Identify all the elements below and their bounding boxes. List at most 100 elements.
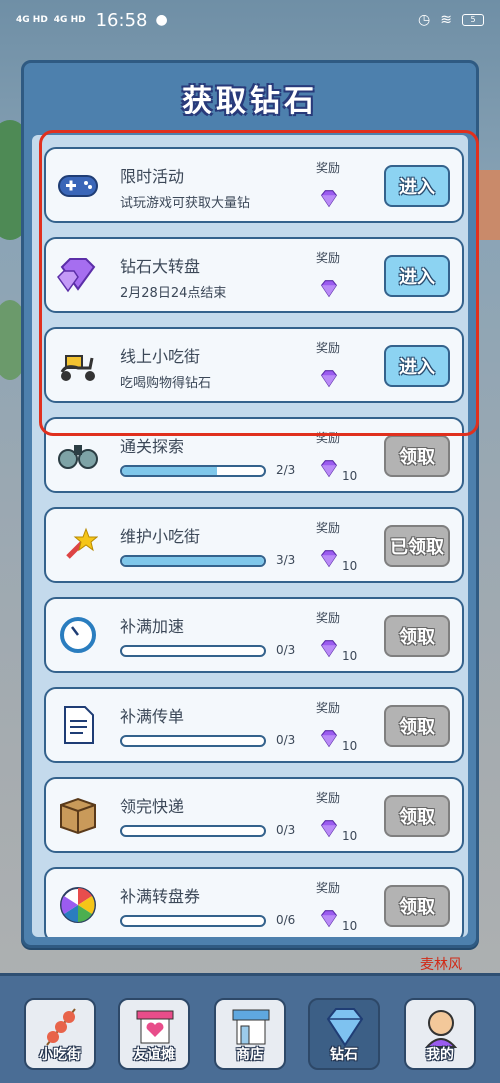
background-building	[478, 170, 500, 240]
watermark: 麦林风	[420, 957, 462, 973]
diamond-icon	[318, 637, 340, 663]
task-progress-text: 3/3	[276, 553, 296, 567]
wechat-icon: ●	[155, 12, 168, 28]
task-name: 补满转盘券	[120, 887, 201, 906]
reward: 10	[318, 637, 357, 663]
reward: 10	[318, 727, 357, 753]
gamepad-icon	[56, 163, 100, 207]
reward-label: 奖励	[316, 341, 341, 355]
enter-button[interactable]: 进入	[384, 255, 450, 297]
progress-fill	[122, 467, 217, 475]
task-progress-bar	[120, 555, 266, 567]
package-icon	[56, 793, 100, 837]
signal-indicator-2: 4G HD	[53, 14, 86, 25]
task-name: 维护小吃街	[120, 527, 201, 546]
reward-amount: 10	[342, 469, 358, 483]
panel-title: 获取钻石	[182, 84, 318, 119]
reward-amount: 10	[342, 649, 358, 663]
reward: 10	[318, 547, 357, 573]
task-progress-bar	[120, 465, 266, 477]
task-progress-bar	[120, 915, 266, 927]
task-progress-text: 0/3	[276, 643, 296, 657]
task-card: 钻石大转盘 2月28日24点结束 奖励 进入	[44, 237, 464, 313]
reward-label: 奖励	[316, 611, 341, 625]
diamond-panel: 获取钻石 限时活动 试玩游戏可获取大量钻 奖励 进入 钻石大转盘 2月28日24点结束 奖励…	[21, 60, 479, 948]
wheel-icon	[56, 883, 100, 927]
task-card: 线上小吃街 吃喝购物得钻石 奖励 进入	[44, 327, 464, 403]
magic-wand-icon	[56, 523, 100, 567]
task-progress-text: 2/3	[276, 463, 296, 477]
reward: 10	[318, 817, 357, 843]
reward-amount: 10	[342, 559, 358, 573]
enter-button[interactable]: 进入	[384, 165, 450, 207]
clock-time: 16:58	[95, 9, 148, 31]
reward-label: 奖励	[316, 701, 341, 715]
diamond-icon	[318, 547, 340, 573]
nav-label: 友谊摊	[133, 1047, 175, 1063]
task-list[interactable]: 限时活动 试玩游戏可获取大量钻 奖励 进入 钻石大转盘 2月28日24点结束 奖励 进入 线上小…	[32, 135, 468, 937]
signal-indicator-1: 4G HD	[16, 14, 48, 25]
bottom-nav: 小吃街 友谊摊 商店 钻石 我的	[0, 973, 500, 1083]
nav-label: 钻石	[330, 1047, 358, 1063]
nav-item[interactable]: 钻石	[308, 998, 380, 1070]
reward	[318, 277, 340, 303]
flyer-icon	[56, 703, 100, 747]
task-description: 2月28日24点结束	[120, 286, 227, 301]
task-progress-bar	[120, 645, 266, 657]
task-progress-bar	[120, 825, 266, 837]
clock-icon	[56, 613, 100, 657]
reward-label: 奖励	[316, 431, 341, 445]
claim-button[interactable]: 领取	[384, 795, 450, 837]
reward-label: 奖励	[316, 161, 341, 175]
nav-item[interactable]: 小吃街	[24, 998, 96, 1070]
task-name: 限时活动	[120, 167, 185, 186]
alarm-icon: ◷	[418, 12, 431, 28]
task-card: 领完快递 0/3 奖励 10 领取	[44, 777, 464, 853]
task-progress-text: 0/6	[276, 913, 296, 927]
nav-label: 我的	[426, 1047, 454, 1063]
task-progress-text: 0/3	[276, 823, 296, 837]
nav-label: 商店	[236, 1047, 264, 1063]
diamond-icon	[318, 367, 340, 393]
reward-amount: 10	[342, 739, 358, 753]
task-card: 补满转盘券 0/6 奖励 10 领取	[44, 867, 464, 937]
diamond-icon	[318, 907, 340, 933]
reward-label: 奖励	[316, 521, 341, 535]
claim-button[interactable]: 领取	[384, 885, 450, 927]
panel-header: 获取钻石	[24, 63, 476, 133]
task-name: 补满传单	[120, 707, 185, 726]
task-name: 通关探索	[120, 437, 185, 456]
reward: 10	[318, 907, 357, 933]
task-progress-bar	[120, 735, 266, 747]
nav-item[interactable]: 我的	[404, 998, 476, 1070]
task-card: 限时活动试玩游戏可获取大量钻 奖励 进入	[44, 147, 464, 223]
task-card: 补满传单 0/3 奖励 10 领取	[44, 687, 464, 763]
nav-label: 小吃街	[39, 1047, 81, 1063]
nav-item[interactable]: 友谊摊	[118, 998, 190, 1070]
diamond-icon	[318, 817, 340, 843]
binoculars-icon	[56, 433, 100, 477]
status-bar: 4G HD 4G HD 16:58 ● ◷ ≋ 5	[0, 0, 500, 40]
reward	[318, 367, 340, 393]
task-card: 维护小吃街 3/3 奖励 10 已领取	[44, 507, 464, 583]
diamond-icon	[318, 277, 340, 303]
task-description: 试玩游戏可获取大量钻	[120, 196, 251, 211]
progress-fill	[122, 557, 264, 565]
claim-button[interactable]: 领取	[384, 435, 450, 477]
task-name: 补满加速	[120, 617, 185, 636]
task-card: 补满加速 0/3 奖励 10 领取	[44, 597, 464, 673]
diamond-pile-icon	[56, 253, 100, 297]
task-name: 领完快递	[120, 797, 185, 816]
claimed-button[interactable]: 已领取	[384, 525, 450, 567]
task-name: 钻石大转盘	[120, 257, 201, 276]
battery-icon: 5	[462, 14, 484, 26]
reward-amount: 10	[342, 919, 358, 933]
nav-item[interactable]: 商店	[214, 998, 286, 1070]
claim-button[interactable]: 领取	[384, 615, 450, 657]
reward-label: 奖励	[316, 881, 341, 895]
enter-button[interactable]: 进入	[384, 345, 450, 387]
task-name: 线上小吃街	[120, 347, 201, 366]
reward-amount: 10	[342, 829, 358, 843]
reward-label: 奖励	[316, 251, 341, 265]
claim-button[interactable]: 领取	[384, 705, 450, 747]
